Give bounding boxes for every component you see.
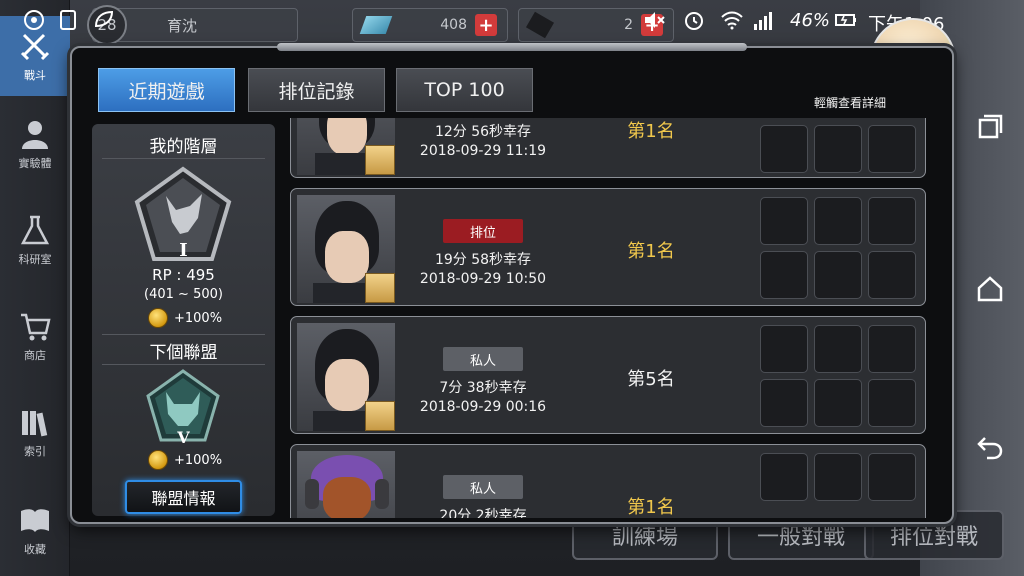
recent-apps-icon[interactable] <box>975 112 1005 142</box>
ticket-counter: 2 + <box>518 8 674 42</box>
match-list[interactable]: 12分 56秒幸存 2018-09-29 11:19 第1名 排位 19分 58… <box>290 118 928 518</box>
survival-time: 20分 2秒幸存 <box>439 508 527 518</box>
survival-time: 12分 56秒幸存 <box>434 124 532 140</box>
flask-icon <box>20 215 50 245</box>
match-date: 2018-09-29 11:19 <box>419 143 547 159</box>
rp-value: RP : 495 <box>152 266 215 284</box>
character-portrait <box>297 451 395 518</box>
coin-bonus: +100% <box>148 308 222 328</box>
match-card[interactable]: 排位 19分 58秒幸存 2018-09-29 10:50 第1名 <box>290 188 926 306</box>
rail-item-collection[interactable]: 收藏 <box>0 490 70 570</box>
main-menu-rail: 戰斗 實驗體 科研室 商店 索引 收藏 <box>0 0 70 576</box>
equipment-slot <box>868 325 916 373</box>
match-history-modal: 近期遊戲 排位記錄 TOP 100 輕觸查看詳細 我的階層 I RP : 495… <box>70 43 954 524</box>
divider <box>102 364 265 365</box>
placement: 第1名 <box>627 241 675 262</box>
tab-top-100[interactable]: TOP 100 <box>396 68 533 112</box>
tier-numeral: I <box>179 240 188 261</box>
placement: 第1名 <box>627 121 675 142</box>
player-name: 育沈 <box>167 16 198 35</box>
equipment-slot <box>814 251 862 299</box>
rail-item-index[interactable]: 索引 <box>0 392 70 472</box>
equipment-slot <box>868 251 916 299</box>
divider <box>102 158 265 159</box>
equipment-slot <box>814 125 862 173</box>
private-tag: 私人 <box>443 475 523 499</box>
ticket-icon <box>525 11 555 39</box>
next-tier-numeral: V <box>177 428 190 447</box>
back-icon[interactable] <box>975 432 1005 462</box>
sword-icon <box>20 33 50 61</box>
equipment-slot <box>760 379 808 427</box>
divider <box>102 334 265 335</box>
placement: 第1名 <box>627 497 675 518</box>
equipment-slot <box>814 379 862 427</box>
equipment-slot <box>814 453 862 501</box>
rail-label: 索引 <box>24 445 46 458</box>
badge-icon <box>365 401 395 431</box>
match-card[interactable]: 私人 20分 2秒幸存 第1名 <box>290 444 926 518</box>
survival-time: 19分 58秒幸存 <box>434 252 532 268</box>
badge-icon <box>365 145 395 175</box>
rail-label: 收藏 <box>24 543 46 556</box>
weapon-slot <box>760 325 808 373</box>
survival-time: 7分 38秒幸存 <box>439 380 527 396</box>
gem-counter: 408 + <box>352 8 508 42</box>
coin-icon <box>148 450 168 470</box>
private-tag: 私人 <box>443 347 523 371</box>
rail-item-lab[interactable]: 科研室 <box>0 200 70 280</box>
add-gems-button[interactable]: + <box>475 14 497 36</box>
rail-item-characters[interactable]: 實驗體 <box>0 104 70 184</box>
gem-icon <box>359 16 393 34</box>
gem-count: 408 <box>440 17 467 33</box>
rail-item-battle[interactable]: 戰斗 <box>0 16 70 96</box>
tab-rank-records[interactable]: 排位記錄 <box>248 68 385 112</box>
modal-handle[interactable] <box>277 43 747 51</box>
match-date: 2018-09-29 00:16 <box>419 399 547 415</box>
level-badge: 28 <box>87 5 127 45</box>
books-icon <box>22 411 48 437</box>
ranked-tag: 排位 <box>443 219 523 243</box>
rail-label: 商店 <box>24 349 46 362</box>
home-icon[interactable] <box>975 274 1005 304</box>
cart-icon <box>21 313 51 341</box>
rail-label: 科研室 <box>18 253 52 266</box>
rail-item-shop[interactable]: 商店 <box>0 296 70 376</box>
tab-recent-games[interactable]: 近期遊戲 <box>98 68 235 112</box>
placement: 第5名 <box>627 369 675 390</box>
league-info-button[interactable]: 聯盟情報 <box>125 480 242 514</box>
ticket-count: 2 <box>624 17 633 33</box>
coin-icon <box>148 308 168 328</box>
match-card[interactable]: 私人 7分 38秒幸存 2018-09-29 00:16 第5名 <box>290 316 926 434</box>
match-card[interactable]: 12分 56秒幸存 2018-09-29 11:19 第1名 <box>290 118 926 178</box>
equipment-slot <box>868 197 916 245</box>
bonus-value: +100% <box>174 452 223 468</box>
book-icon <box>21 509 49 532</box>
add-tickets-button[interactable]: + <box>641 14 663 36</box>
rail-label: 戰斗 <box>24 69 46 82</box>
equipment-slot <box>760 453 808 501</box>
badge-icon <box>365 273 395 303</box>
equipment-slot <box>814 325 862 373</box>
equipment-slot <box>868 125 916 173</box>
character-icon <box>22 121 48 149</box>
tap-for-details-hint: 輕觸查看詳細 <box>814 96 887 110</box>
rank-panel: 我的階層 I RP : 495 (401 ~ 500) +100% 下個聯盟 V… <box>92 124 275 516</box>
rail-label: 實驗體 <box>18 157 52 170</box>
equipment-slot <box>760 251 808 299</box>
equipment-slot <box>814 197 862 245</box>
equipment-slot <box>868 453 916 501</box>
my-tier-title: 我的階層 <box>149 137 218 157</box>
level-bar: 28 育沈 <box>87 5 298 45</box>
next-league-title: 下個聯盟 <box>149 343 218 363</box>
equipment-slot <box>760 125 808 173</box>
next-coin-bonus: +100% <box>148 450 222 470</box>
weapon-slot <box>760 197 808 245</box>
rp-range: (401 ~ 500) <box>144 287 223 302</box>
match-date: 2018-09-29 10:50 <box>419 271 547 287</box>
bonus-value: +100% <box>174 310 223 326</box>
equipment-slot <box>868 379 916 427</box>
